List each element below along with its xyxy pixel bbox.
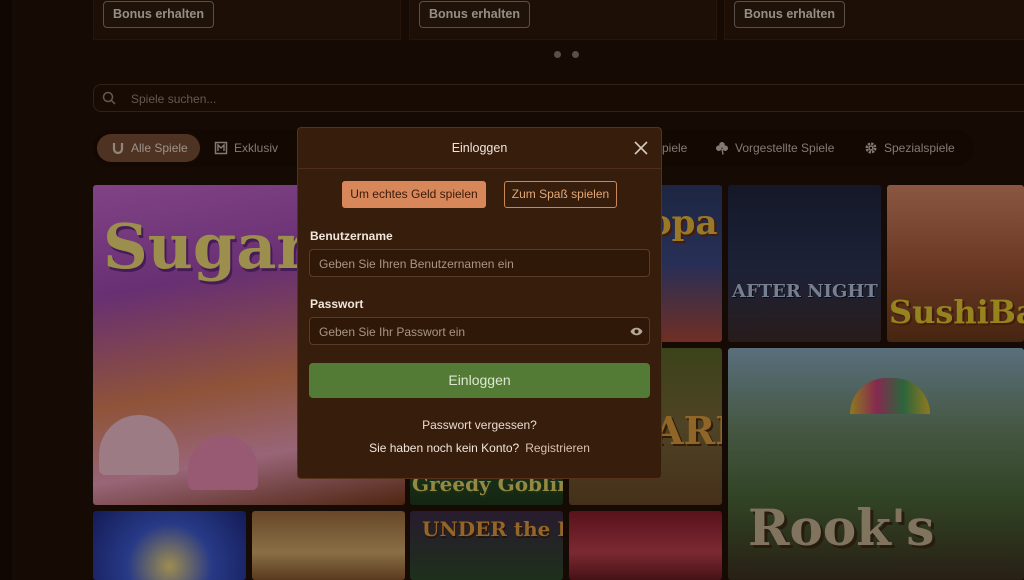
tab-play-for-fun[interactable]: Zum Spaß spielen xyxy=(504,181,617,208)
no-account-text: Sie haben noch kein Konto? xyxy=(369,441,520,455)
password-field[interactable]: Geben Sie Ihr Passwort ein xyxy=(309,317,650,345)
username-placeholder: Geben Sie Ihren Benutzernamen ein xyxy=(319,257,514,271)
login-submit-button[interactable]: Einloggen xyxy=(309,363,650,398)
register-link[interactable]: Registrieren xyxy=(525,441,590,455)
close-icon[interactable] xyxy=(633,140,649,156)
register-prompt: Sie haben noch kein Konto? Registrieren xyxy=(298,441,661,455)
username-label: Benutzername xyxy=(310,229,393,243)
login-modal: Einloggen Um echtes Geld spielen Zum Spa… xyxy=(297,127,662,479)
eye-icon[interactable] xyxy=(630,326,643,337)
forgot-password-link[interactable]: Passwort vergessen? xyxy=(298,418,661,432)
password-label: Passwort xyxy=(310,297,364,311)
modal-header: Einloggen xyxy=(298,128,661,169)
modal-title: Einloggen xyxy=(451,141,508,155)
tab-real-money[interactable]: Um echtes Geld spielen xyxy=(342,181,486,208)
username-field[interactable]: Geben Sie Ihren Benutzernamen ein xyxy=(309,249,650,277)
password-placeholder: Geben Sie Ihr Passwort ein xyxy=(319,325,466,339)
